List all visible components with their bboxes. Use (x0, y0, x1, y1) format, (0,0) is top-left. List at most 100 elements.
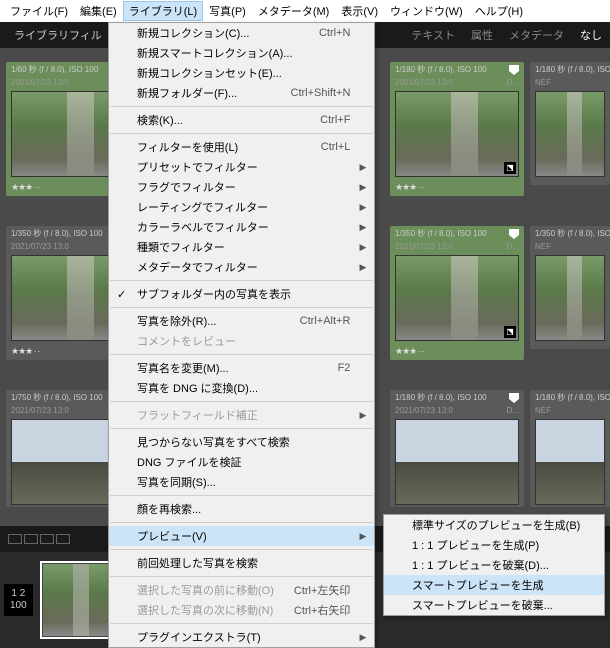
menu-help[interactable]: ヘルプ(H) (469, 1, 529, 21)
thumbnail-image[interactable]: ⬔ (395, 255, 519, 341)
menu-photo[interactable]: 写真(P) (203, 1, 252, 21)
filmstrip-counter[interactable]: 1 2 100 (4, 584, 33, 616)
format-text: NEF (535, 406, 551, 415)
flag-icon[interactable] (509, 229, 519, 239)
thumbnail-cell[interactable]: 1/180 秒 (f / 8.0), ISO 100 NEF (530, 62, 610, 185)
menu-item[interactable]: フィルターを使用(L)Ctrl+L (109, 137, 374, 157)
exposure-text: 1/180 秒 (f / 8.0), ISO 100 (535, 393, 610, 403)
menu-item-label: プラグインエクストラ(T) (137, 629, 261, 645)
view-mode-icon[interactable] (56, 534, 70, 544)
menu-item[interactable]: 見つからない写真をすべて検索 (109, 432, 374, 452)
menu-item[interactable]: 新規コレクション(C)... Ctrl+N (109, 23, 374, 43)
filter-tab-text[interactable]: テキスト (403, 23, 463, 47)
menu-item-label: 選択した写真の前に移動(O) (137, 582, 274, 598)
menu-item[interactable]: 新規スマートコレクション(A)... (109, 43, 374, 63)
menu-item-label: 前回処理した写真を検索 (137, 555, 258, 571)
menu-separator (110, 106, 373, 107)
menu-separator (110, 280, 373, 281)
thumbnail-cell[interactable]: 1/180 秒 (f / 8.0), ISO 100 2021/07/23 13… (390, 390, 524, 507)
thumbnail-image[interactable] (395, 419, 519, 505)
menu-shortcut: Ctrl+N (319, 27, 350, 39)
submenu-item[interactable]: 1 : 1 プレビューを生成(P) (384, 535, 604, 555)
submenu-item[interactable]: 標準サイズのプレビューを生成(B) (384, 515, 604, 535)
rating-stars[interactable]: ★★★ · · (395, 182, 423, 193)
preview-submenu: 標準サイズのプレビューを生成(B)1 : 1 プレビューを生成(P)1 : 1 … (383, 514, 605, 616)
filmstrip-thumb[interactable] (42, 563, 116, 637)
exposure-text: 1/350 秒 (f / 8.0), ISO 100 (395, 229, 487, 239)
flag-icon[interactable] (509, 393, 519, 403)
filter-tab-attr[interactable]: 属性 (463, 23, 501, 47)
menu-view[interactable]: 表示(V) (335, 1, 384, 21)
menu-separator (110, 133, 373, 134)
menu-item[interactable]: メタデータでフィルター▶ (109, 257, 374, 277)
exposure-text: 1/750 秒 (f / 8.0), ISO 100 (11, 393, 103, 403)
menu-library[interactable]: ライブラリ(L) (123, 1, 203, 21)
menu-shortcut: Ctrl+左矢印 (294, 582, 351, 598)
thumbnail-cell[interactable]: 1/180 秒 (f / 8.0), ISO 100 2021/07/23 13… (390, 62, 524, 196)
submenu-item-label: スマートプレビューを破棄... (412, 597, 553, 613)
menu-separator (110, 495, 373, 496)
date-text: 2021/07/23 13:0 (395, 242, 453, 251)
thumbnail-cell[interactable]: 1/350 秒 (f / 8.0), ISO 100 2021/07/23 13… (390, 226, 524, 360)
menu-separator (110, 428, 373, 429)
submenu-item[interactable]: 1 : 1 プレビューを破棄(D)... (384, 555, 604, 575)
menu-item[interactable]: 写真を DNG に変換(D)... (109, 378, 374, 398)
menu-item[interactable]: 新規フォルダー(F)...Ctrl+Shift+N (109, 83, 374, 103)
menu-item-label: 新規コレクション(C)... (137, 25, 249, 41)
format-text: D... (507, 78, 519, 87)
menu-item[interactable]: プリセットでフィルター▶ (109, 157, 374, 177)
submenu-item[interactable]: スマートプレビューを破棄... (384, 595, 604, 615)
menu-item[interactable]: 写真を同期(S)... (109, 472, 374, 492)
thumbnail-cell[interactable]: 1/180 秒 (f / 8.0), ISO 100 NEF (530, 390, 610, 507)
thumbnail-image[interactable]: ⬔ (395, 91, 519, 177)
thumbnail-image[interactable] (535, 91, 605, 177)
menu-shortcut: F2 (338, 362, 351, 374)
menu-item[interactable]: ✓サブフォルダー内の写真を表示 (109, 284, 374, 304)
menu-item-label: フラットフィールド補正 (137, 407, 258, 423)
menu-window[interactable]: ウィンドウ(W) (384, 1, 469, 21)
thumbnail-image[interactable] (535, 419, 605, 505)
rating-stars[interactable]: ★★★ · · (11, 346, 39, 357)
menu-item[interactable]: 新規コレクションセット(E)... (109, 63, 374, 83)
filter-tab-meta[interactable]: メタデータ (501, 23, 572, 47)
rating-stars[interactable]: ★★★ · · (11, 182, 39, 193)
filter-label: ライブラリフィル (0, 27, 102, 43)
menu-item[interactable]: 前回処理した写真を検索 (109, 553, 374, 573)
thumbnail-image[interactable] (535, 255, 605, 341)
menu-item[interactable]: プレビュー(V)▶ (109, 526, 374, 546)
menu-item[interactable]: プラグインエクストラ(T)▶ (109, 627, 374, 647)
menu-item[interactable]: フラグでフィルター▶ (109, 177, 374, 197)
menu-item-label: 顔を再検索... (137, 501, 201, 517)
menu-item-label: レーティングでフィルター (137, 199, 268, 215)
menu-item[interactable]: 顔を再検索... (109, 499, 374, 519)
submenu-item[interactable]: スマートプレビューを生成 (384, 575, 604, 595)
menu-item-label: メタデータでフィルター (137, 259, 258, 275)
menu-item-label: 写真を DNG に変換(D)... (137, 380, 258, 396)
submenu-arrow-icon: ▶ (360, 162, 367, 173)
flag-icon[interactable] (509, 65, 519, 75)
menu-edit[interactable]: 編集(E) (74, 1, 123, 21)
rating-stars[interactable]: ★★★ · · (395, 346, 423, 357)
view-mode-icon[interactable] (8, 534, 22, 544)
menu-item[interactable]: 写真名を変更(M)...F2 (109, 358, 374, 378)
menu-item[interactable]: レーティングでフィルター▶ (109, 197, 374, 217)
menu-item[interactable]: 検索(K)...Ctrl+F (109, 110, 374, 130)
menu-item-label: カラーラベルでフィルター (137, 219, 269, 235)
menu-file[interactable]: ファイル(F) (4, 1, 74, 21)
menu-shortcut: Ctrl+F (320, 114, 350, 126)
menu-item[interactable]: DNG ファイルを検証 (109, 452, 374, 472)
menu-item[interactable]: 種類でフィルター▶ (109, 237, 374, 257)
check-icon: ✓ (117, 288, 126, 301)
view-mode-icon[interactable] (40, 534, 54, 544)
menu-item-label: DNG ファイルを検証 (137, 454, 242, 470)
view-mode-icon[interactable] (24, 534, 38, 544)
menu-item[interactable]: 写真を除外(R)...Ctrl+Alt+R (109, 311, 374, 331)
menu-metadata[interactable]: メタデータ(M) (252, 1, 336, 21)
thumbnail-cell[interactable]: 1/350 秒 (f / 8.0), ISO 100 NEF (530, 226, 610, 349)
menu-separator (110, 354, 373, 355)
menu-item[interactable]: カラーラベルでフィルター▶ (109, 217, 374, 237)
library-menu: 新規コレクション(C)... Ctrl+N 新規スマートコレクション(A)... 新規… (108, 22, 375, 648)
menu-item-label: 選択した写真の次に移動(N) (137, 602, 273, 618)
filter-tab-none[interactable]: なし (572, 23, 610, 47)
menu-item-label: 新規スマートコレクション(A)... (137, 45, 293, 61)
